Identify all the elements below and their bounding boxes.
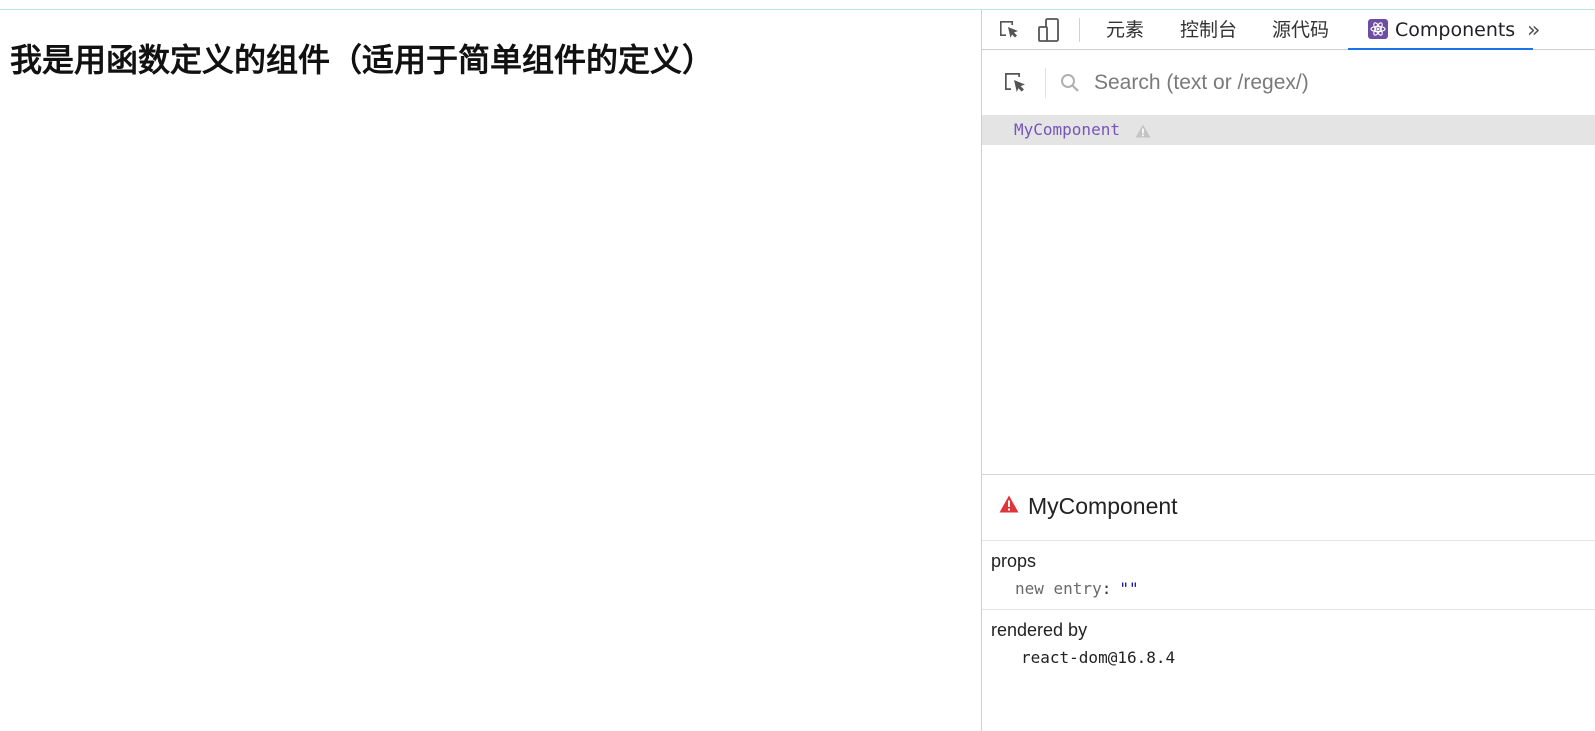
page-heading: 我是用函数定义的组件（适用于简单组件的定义） [10, 41, 715, 79]
prop-value[interactable]: "" [1119, 579, 1138, 598]
more-tabs-icon[interactable]: » [1527, 18, 1540, 43]
search-input[interactable] [1094, 64, 1574, 102]
tree-item-label: MyComponent [1014, 120, 1120, 139]
select-element-icon[interactable] [1002, 70, 1028, 100]
prop-key: new entry [1015, 579, 1102, 598]
rendered-by-label: rendered by [991, 620, 1088, 640]
react-logo-icon [1368, 19, 1388, 39]
props-section: props new entry: "" [982, 541, 1595, 610]
prop-row[interactable]: new entry: "" [1015, 579, 1139, 598]
tab-console[interactable]: 控制台 [1180, 10, 1237, 50]
error-icon [999, 495, 1019, 517]
warning-icon [1135, 123, 1151, 142]
rendered-by-item[interactable]: react-dom@16.8.4 [1021, 648, 1175, 667]
element-picker-icon[interactable] [996, 17, 1022, 43]
tree-item-mycomponent[interactable]: MyComponent [982, 116, 1595, 145]
search-separator [1045, 68, 1046, 98]
component-search-bar [982, 50, 1595, 116]
devtools-panel: 元素 控制台 源代码 Components » Search (text or … [981, 10, 1595, 731]
detail-component-name: MyComponent [1028, 493, 1178, 519]
rendered-by-section: rendered by react-dom@16.8.4 [982, 610, 1595, 690]
page-viewport: 我是用函数定义的组件（适用于简单组件的定义） [0, 10, 981, 731]
tab-sources[interactable]: 源代码 [1272, 10, 1329, 50]
tab-elements[interactable]: 元素 [1106, 10, 1144, 50]
detail-header: MyComponent [982, 475, 1595, 541]
devtools-tabbar: 元素 控制台 源代码 Components » [982, 10, 1595, 50]
props-label: props [991, 551, 1037, 571]
tab-components[interactable]: Components [1348, 10, 1534, 50]
device-toolbar-icon[interactable] [1036, 17, 1062, 43]
search-icon [1060, 73, 1080, 97]
component-detail-panel: MyComponent props new entry: "" rendered … [982, 474, 1595, 731]
browser-top-strip [0, 0, 1595, 10]
toolbar-separator [1079, 18, 1080, 42]
